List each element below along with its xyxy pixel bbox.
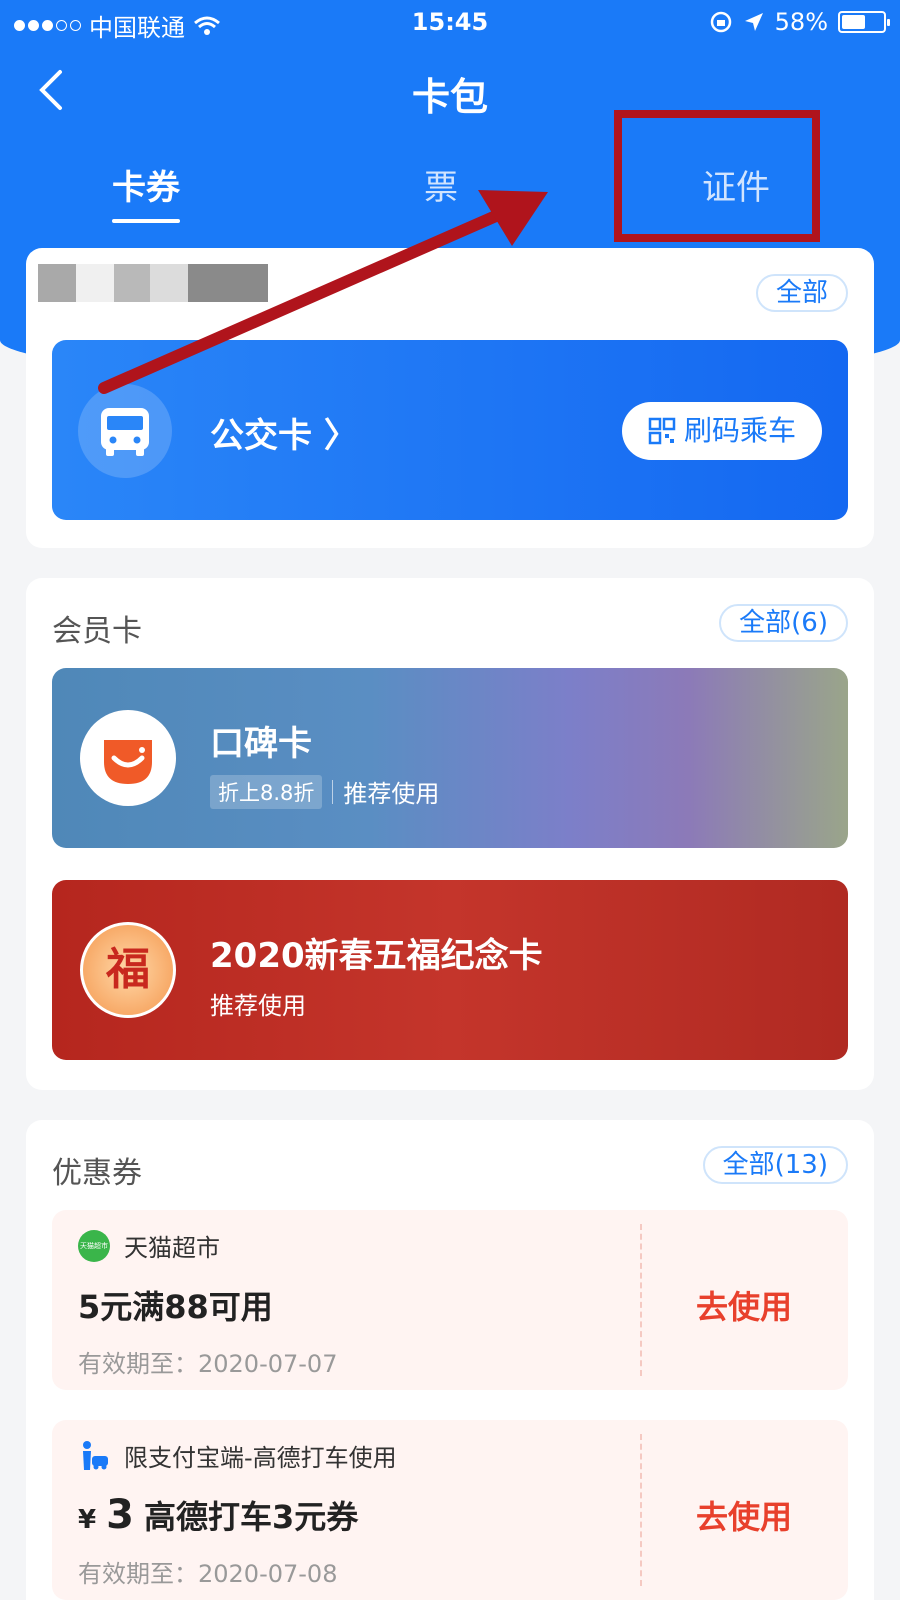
transit-all-button[interactable]: 全部 [755,274,848,312]
wufu-card[interactable]: 福 2020新春五福纪念卡 推荐使用 [52,880,848,1060]
coupon-brand: 天猫超市 天猫超市 [78,1228,220,1263]
tab-cards-coupons[interactable]: 卡券 [112,160,180,223]
coupon-title-text: 高德打车3元券 [143,1498,359,1536]
annotation-highlight-box [614,110,820,242]
koubei-card-title: 口碑卡 [210,724,312,764]
qr-code-icon [648,417,676,445]
koubei-card[interactable]: 口碑卡 折上8.8折 推荐使用 [52,668,848,848]
bus-card[interactable]: 公交卡 〉 刷码乘车 [52,340,848,520]
fu-logo-icon: 福 [80,922,176,1018]
wufu-card-title: 2020新春五福纪念卡 [210,936,543,976]
use-coupon-button[interactable]: 去使用 [640,1492,848,1538]
tab-active-indicator [112,219,180,223]
tmall-logo-icon: 天猫超市 [78,1229,110,1262]
coupon-all-button[interactable]: 全部(13) [702,1146,848,1184]
tab-tickets[interactable]: 票 [424,160,458,209]
coupon-brand-name: 限支付宝端-高德打车使用 [124,1444,397,1472]
bus-card-label: 公交卡 〉 [210,416,358,456]
coupon-title: ¥ 3 高德打车3元券 [78,1492,358,1538]
coupon-panel: 优惠券 全部(13) 天猫超市 天猫超市 5元满88可用 有效期至：2020-0… [26,1120,874,1600]
scan-to-ride-button[interactable]: 刷码乘车 [621,402,822,460]
coupon-item[interactable]: 限支付宝端-高德打车使用 ¥ 3 高德打车3元券 有效期至：2020-07-08… [52,1420,848,1600]
member-card-panel: 会员卡 全部(6) 口碑卡 折上8.8折 推荐使用 福 2020新春五福纪念卡 … [26,578,874,1090]
koubei-card-subtitle: 折上8.8折 推荐使用 [210,774,439,809]
divider [332,779,334,804]
blurred-name [38,264,268,302]
coupon-amount: 3 [106,1492,134,1538]
rotation-lock-icon [710,11,731,33]
use-coupon-button[interactable]: 去使用 [640,1282,848,1328]
tab-label: 票 [424,168,458,208]
fu-character: 福 [106,944,150,995]
coupon-brand: 限支付宝端-高德打车使用 [78,1438,397,1473]
currency-symbol: ¥ [78,1505,97,1535]
bus-icon [78,384,172,478]
coupon-validity: 有效期至：2020-07-08 [78,1560,338,1588]
location-arrow-icon [744,13,763,31]
member-section-title: 会员卡 [52,614,142,649]
discount-tag: 折上8.8折 [210,774,323,809]
taxi-passenger-icon [83,1440,108,1470]
coupon-item[interactable]: 天猫超市 天猫超市 5元满88可用 有效期至：2020-07-07 去使用 [52,1210,848,1390]
coupon-title-text: 5元满88可用 [78,1288,273,1326]
battery-icon [838,11,890,33]
scan-button-label: 刷码乘车 [683,414,796,447]
status-bar: 中国联通 15:45 58% [0,0,900,44]
koubei-logo-icon [80,710,176,806]
tab-label: 卡券 [112,168,180,208]
wufu-card-subtitle: 推荐使用 [210,986,306,1021]
transit-card-panel: 全部 公交卡 〉 刷码乘车 [26,248,874,548]
coupon-validity: 有效期至：2020-07-07 [78,1350,338,1378]
battery-percent: 58% [774,8,828,36]
battery-fill [842,15,866,29]
coupon-brand-name: 天猫超市 [124,1234,220,1262]
recommend-text: 推荐使用 [343,780,440,808]
member-all-button[interactable]: 全部(6) [719,604,848,642]
recommend-text: 推荐使用 [210,992,306,1020]
status-right: 58% [709,8,890,36]
coupon-title: 5元满88可用 [78,1282,273,1328]
coupon-section-title: 优惠券 [52,1156,142,1191]
